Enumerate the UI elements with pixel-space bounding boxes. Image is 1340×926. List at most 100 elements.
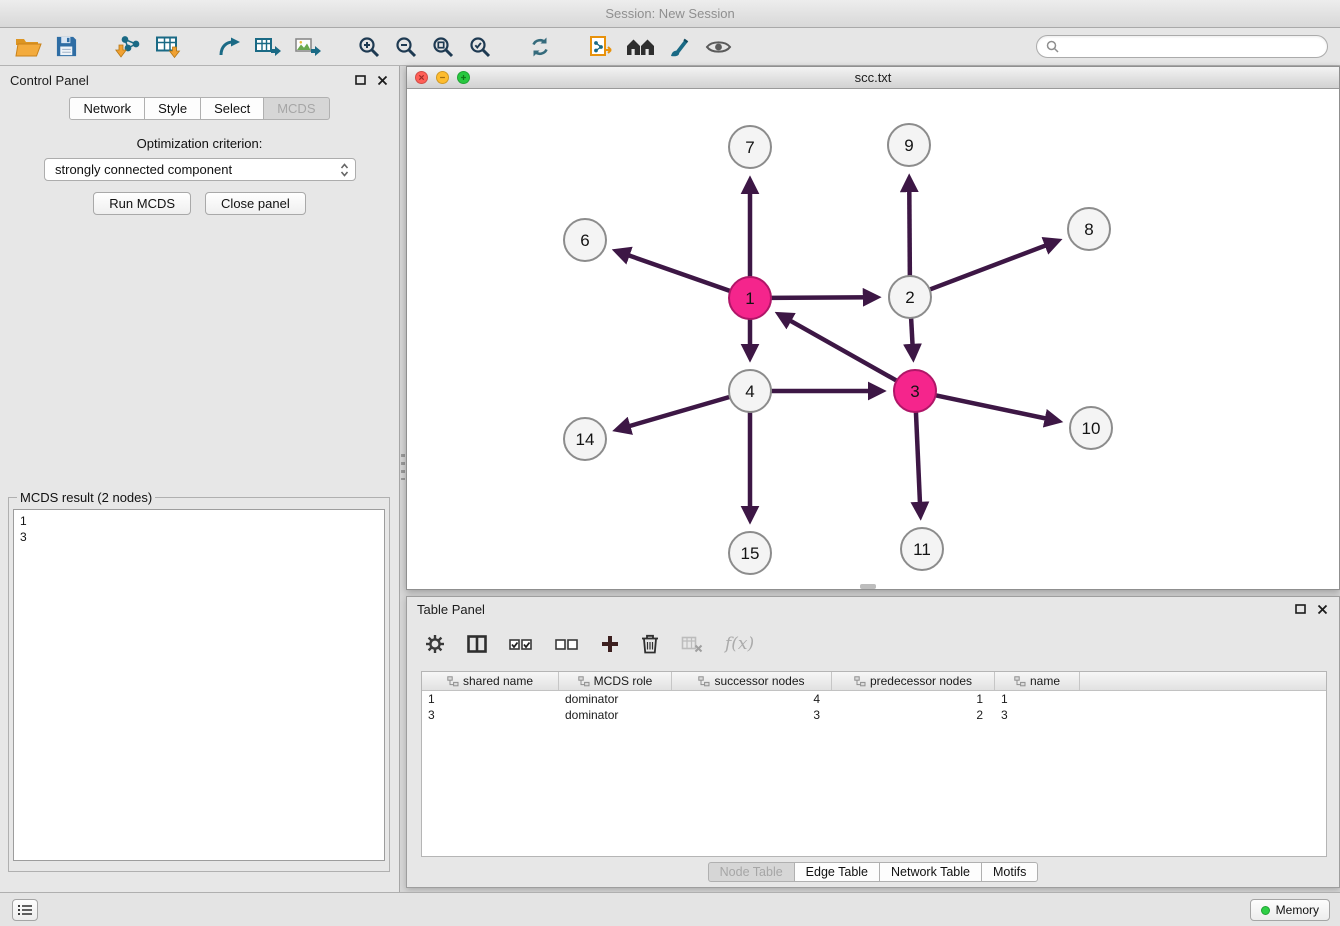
column-header-shared-name[interactable]: shared name [422,672,559,690]
criterion-dropdown[interactable]: strongly connected component [44,158,356,181]
window-splitter-grip[interactable] [860,584,876,589]
tab-style[interactable]: Style [144,97,201,120]
zoom-fit-button[interactable] [428,33,458,61]
search-icon [1046,40,1059,53]
sort-icon [698,676,710,687]
sort-icon [854,676,866,687]
node-14[interactable]: 14 [564,418,606,460]
node-15[interactable]: 15 [729,532,771,574]
panel-splitter-grip[interactable] [401,454,405,480]
add-column-button[interactable] [599,633,621,655]
search-input[interactable] [1064,40,1318,54]
run-mcds-button[interactable]: Run MCDS [93,192,191,215]
deselect-all-columns-button[interactable] [553,636,581,653]
close-table-panel-button[interactable] [1316,603,1329,616]
network-from-selection-button[interactable] [585,33,616,61]
edge-4-14[interactable] [618,397,730,430]
column-header-successor-nodes[interactable]: successor nodes [672,672,832,690]
table-row[interactable]: 3dominator323 [422,707,1326,723]
export-table-button[interactable] [251,34,284,60]
result-item[interactable]: 1 [20,513,378,529]
close-panel-icon-button[interactable] [376,74,389,87]
columns-icon [467,635,487,653]
column-header-mcds-role[interactable]: MCDS role [559,672,672,690]
close-window-button[interactable] [415,71,428,84]
column-header-predecessor-nodes[interactable]: predecessor nodes [832,672,995,690]
delete-table-button[interactable] [679,633,705,655]
export-network-icon [217,35,241,59]
tab-network[interactable]: Network [69,97,145,120]
node-6[interactable]: 6 [564,219,606,261]
panel-visibility-button[interactable] [12,899,38,921]
show-columns-button[interactable] [465,633,489,655]
deselect-all-icon [555,638,579,651]
tab-mcds[interactable]: MCDS [263,97,329,120]
houses-icon [626,36,655,58]
node-8[interactable]: 8 [1068,208,1110,250]
refresh-button[interactable] [525,33,555,61]
tab-node-table[interactable]: Node Table [708,862,795,882]
import-table-button[interactable] [151,33,184,61]
tab-network-table[interactable]: Network Table [879,862,982,882]
export-image-button[interactable] [291,34,324,60]
function-builder-button[interactable]: f(x) [723,632,756,656]
table-row[interactable]: 1dominator411 [422,691,1326,707]
open-session-button[interactable] [12,34,45,60]
workspace: scc.txt 1234678910111415 Table Panel [400,66,1340,892]
edge-3-11[interactable] [916,412,921,515]
main-toolbar [0,28,1340,66]
node-label: 11 [913,540,931,559]
delete-table-icon [681,635,703,653]
zoom-in-button[interactable] [354,33,384,61]
float-table-panel-button[interactable] [1294,603,1307,615]
control-panel: Control Panel NetworkStyleSelectMCDS Opt… [0,66,400,892]
save-session-button[interactable] [52,33,81,60]
mcds-result-list[interactable]: 13 [13,509,385,861]
node-11[interactable]: 11 [901,528,943,570]
minimize-window-button[interactable] [436,71,449,84]
cell-predecessor-nodes: 2 [832,708,995,722]
show-hide-graphics-button[interactable] [702,36,735,58]
tab-motifs[interactable]: Motifs [981,862,1038,882]
delete-column-button[interactable] [639,632,661,656]
edge-3-1[interactable] [780,315,897,381]
gear-icon [425,634,445,654]
node-2[interactable]: 2 [889,276,931,318]
import-network-button[interactable] [111,33,144,61]
first-neighbors-button[interactable] [623,34,658,60]
tab-select[interactable]: Select [200,97,264,120]
edge-1-6[interactable] [617,251,730,291]
edge-1-2[interactable] [771,297,876,298]
list-icon [17,904,33,916]
zoom-selected-button[interactable] [465,33,495,61]
node-10[interactable]: 10 [1070,407,1112,449]
edge-2-3[interactable] [911,318,913,357]
node-4[interactable]: 4 [729,370,771,412]
edge-2-8[interactable] [930,241,1058,289]
tab-edge-table[interactable]: Edge Table [794,862,880,882]
search-field[interactable] [1036,35,1328,58]
save-icon [55,35,78,58]
select-all-columns-button[interactable] [507,636,535,653]
maximize-window-button[interactable] [457,71,470,84]
network-window-titlebar[interactable]: scc.txt [407,67,1339,89]
edge-2-9[interactable] [909,179,910,276]
node-1[interactable]: 1 [729,277,771,319]
network-canvas[interactable]: 1 2 3 4 6 7 8 9 10 11 14 15 [407,89,1339,589]
node-9[interactable]: 9 [888,124,930,166]
sort-icon [447,676,459,687]
node-3[interactable]: 3 [894,370,936,412]
column-header-label: shared name [463,674,533,688]
column-header-name[interactable]: name [995,672,1080,690]
result-item[interactable]: 3 [20,529,378,545]
close-panel-button[interactable]: Close panel [205,192,306,215]
column-header-label: name [1030,674,1060,688]
edge-3-10[interactable] [936,395,1058,421]
export-network-button[interactable] [214,33,244,61]
node-7[interactable]: 7 [729,126,771,168]
table-settings-button[interactable] [423,632,447,656]
memory-button[interactable]: Memory [1250,899,1330,921]
float-panel-button[interactable] [354,74,367,86]
apply-style-button[interactable] [665,33,695,61]
zoom-out-button[interactable] [391,33,421,61]
